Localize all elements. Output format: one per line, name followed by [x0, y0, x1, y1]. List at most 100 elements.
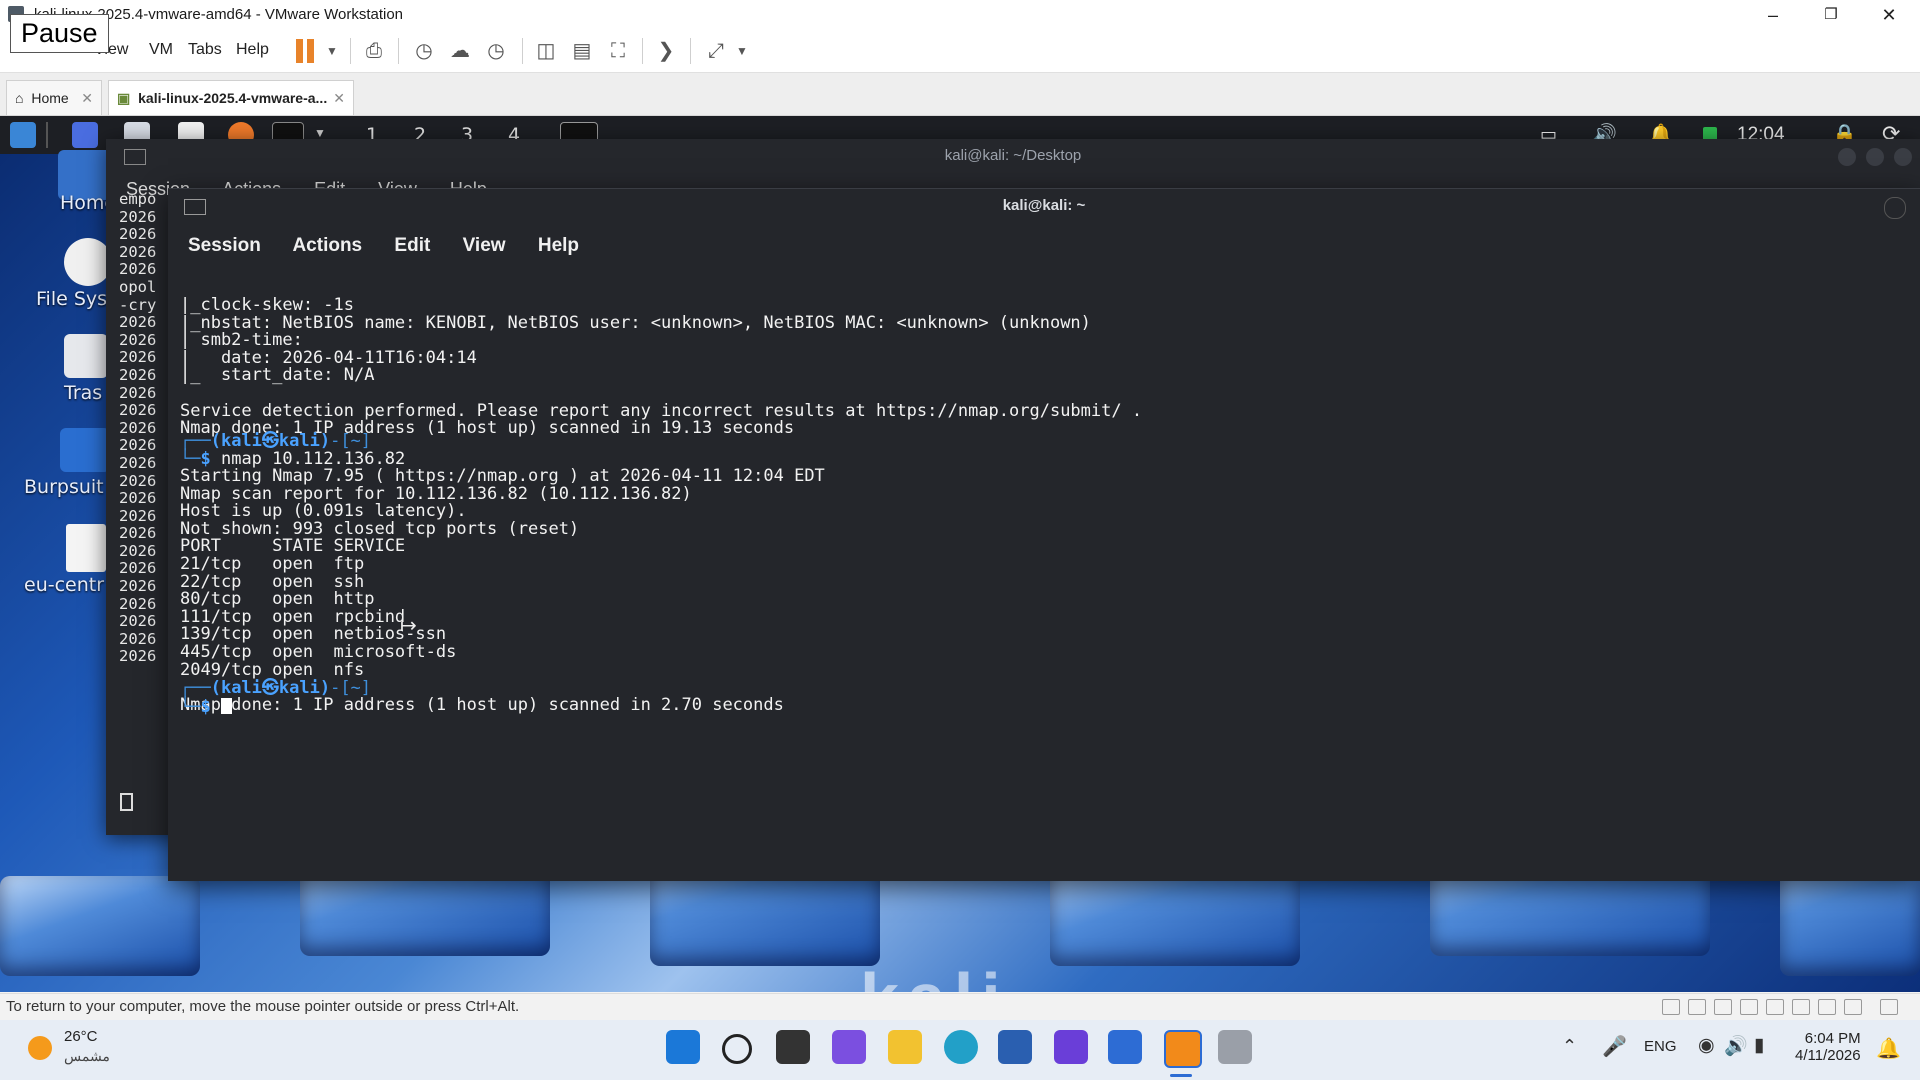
kali-menu-icon[interactable]: [10, 122, 36, 148]
menu-tabs[interactable]: Tabs: [188, 41, 222, 59]
chevron-down-icon[interactable]: ▼: [314, 126, 326, 140]
command-line-2[interactable]: └─$: [180, 698, 232, 717]
burpsuite-icon[interactable]: [60, 428, 110, 472]
menu-actions[interactable]: Actions: [292, 235, 362, 256]
menu-help[interactable]: Help: [538, 235, 579, 256]
display-icon[interactable]: [1818, 999, 1836, 1015]
terminal-line: 2026: [119, 401, 157, 420]
revert-snapshot-icon[interactable]: ☁: [446, 37, 474, 65]
file-icon[interactable]: [66, 524, 106, 572]
network-adapter-icon[interactable]: [1688, 999, 1706, 1015]
terminal-line: 2026: [119, 524, 157, 543]
microphone-icon[interactable]: 🎤: [1602, 1034, 1627, 1059]
terminal-line: 2026: [119, 418, 157, 437]
copilot-icon[interactable]: [832, 1030, 866, 1064]
tab-home[interactable]: ⌂ Home ✕: [6, 80, 102, 115]
pause-button[interactable]: [296, 39, 318, 63]
terminal-line: 2026: [119, 207, 157, 226]
trash-icon[interactable]: [64, 334, 108, 378]
volume-icon[interactable]: 🔊: [1724, 1034, 1748, 1058]
vmware-titlebar: kali-linux-2025.4-vmware-amd64 - VMware …: [0, 0, 1920, 30]
message-log-icon[interactable]: [1844, 999, 1862, 1015]
terminal-line: 2026: [119, 453, 157, 472]
desktop-icon-label[interactable]: Tras: [64, 382, 102, 404]
clock-time: 6:04 PM: [1804, 1030, 1861, 1047]
chevron-down-icon[interactable]: ▼: [318, 37, 346, 65]
send-ctrl-alt-del-icon[interactable]: ⎙: [360, 37, 388, 65]
sidebar-toggle-icon[interactable]: ◫: [532, 37, 560, 65]
tab-kali-vm[interactable]: ▣ kali-linux-2025.4-vmware-a... ✕: [108, 80, 354, 115]
power-automate-icon[interactable]: [1054, 1030, 1088, 1064]
menu-edit[interactable]: Edit: [394, 235, 430, 256]
terminal-line: 2026: [119, 365, 157, 384]
terminal-line: 2026: [119, 436, 157, 455]
battery-icon[interactable]: ▮: [1754, 1034, 1764, 1057]
terminal-line: 2026: [119, 647, 157, 666]
close-icon[interactable]: ✕: [81, 81, 93, 115]
snipping-tool-icon[interactable]: [1218, 1030, 1252, 1064]
close-icon[interactable]: [1894, 148, 1912, 166]
stretch-guest-icon[interactable]: ⤢: [702, 37, 730, 65]
desktop-icon-label[interactable]: Burpsuit: [24, 476, 104, 498]
weather-temp[interactable]: 26°C: [64, 1028, 98, 1045]
maximize-icon[interactable]: [1866, 148, 1884, 166]
desktop-icon-label[interactable]: eu-centr: [24, 574, 104, 596]
start-icon[interactable]: [666, 1030, 700, 1064]
minimize-icon[interactable]: [1838, 148, 1856, 166]
terminal-line: 2026: [119, 612, 157, 631]
printer-icon[interactable]: [1792, 999, 1810, 1015]
hard-disk-icon[interactable]: [1662, 999, 1680, 1015]
snapshot-manager-icon[interactable]: ◷: [482, 37, 510, 65]
show-desktop-icon[interactable]: [72, 122, 98, 148]
terminal-output-previous: |_clock-skew: -1s |_nbstat: NetBIOS name…: [180, 295, 1143, 439]
usb-icon[interactable]: [1740, 999, 1758, 1015]
terminal-line: 2026: [119, 330, 157, 349]
taskbar-clock[interactable]: 6:04 PM 4/11/2026: [1795, 1030, 1861, 1064]
terminal-line: 2026: [119, 242, 157, 261]
store-icon[interactable]: [998, 1030, 1032, 1064]
prompt-user: (kali㉿kali): [210, 431, 331, 451]
terminal-line: 2026: [119, 383, 157, 402]
terminal-window-front[interactable]: kali@kali: ~ Session Actions Edit View H…: [168, 188, 1920, 881]
clock-date: 4/11/2026: [1795, 1047, 1861, 1064]
weather-desc[interactable]: مشمس: [64, 1048, 110, 1065]
chevron-up-icon[interactable]: ⌃: [1562, 1036, 1577, 1057]
restore-icon[interactable]: ❐: [1802, 0, 1860, 30]
terminal-line: 2026: [119, 629, 157, 648]
terminal-line: 2026: [119, 471, 157, 490]
console-view-icon[interactable]: ❯: [652, 37, 680, 65]
menu-view[interactable]: View: [463, 235, 506, 256]
notepad-icon[interactable]: [1108, 1030, 1142, 1064]
menu-session[interactable]: Session: [188, 235, 261, 256]
filesystem-icon[interactable]: [64, 238, 112, 286]
vmware-statusbar: To return to your computer, move the mou…: [0, 993, 1920, 1020]
snapshot-icon[interactable]: ◷: [410, 37, 438, 65]
chevron-down-icon[interactable]: ▼: [728, 37, 756, 65]
close-icon[interactable]: ✕: [333, 81, 345, 115]
close-icon[interactable]: [1884, 197, 1906, 219]
wifi-icon[interactable]: ◉: [1698, 1034, 1715, 1057]
search-icon[interactable]: [722, 1034, 752, 1064]
language-indicator[interactable]: ENG: [1644, 1038, 1677, 1055]
notes-icon[interactable]: [1880, 999, 1898, 1015]
cd-icon[interactable]: [1766, 999, 1784, 1015]
prompt-line-2: ┌──(kali㉿kali)-[~]: [180, 678, 372, 698]
edge-icon[interactable]: [944, 1030, 978, 1064]
file-explorer-icon[interactable]: [888, 1030, 922, 1064]
sound-card-icon[interactable]: [1714, 999, 1732, 1015]
full-screen-icon[interactable]: ⛶: [604, 37, 632, 65]
task-view-icon[interactable]: [776, 1030, 810, 1064]
thumbnail-bar-icon[interactable]: ▤: [568, 37, 596, 65]
tab-label: Home: [31, 90, 69, 106]
minimize-icon[interactable]: –: [1744, 0, 1802, 30]
terminal-line: 2026: [119, 313, 157, 332]
windows-taskbar: 26°C مشمس ⌃ 🎤 ENG ◉ 🔊 ▮ 6:04 PM 4/11/202…: [0, 1020, 1920, 1080]
menu-vm[interactable]: VM: [149, 41, 173, 59]
menu-help[interactable]: Help: [236, 41, 269, 59]
vm-icon: ▣: [117, 90, 131, 106]
notification-bell-icon[interactable]: 🔔: [1876, 1036, 1901, 1061]
close-icon[interactable]: ✕: [1860, 0, 1918, 30]
vmware-taskbar-icon[interactable]: [1164, 1030, 1202, 1068]
desktop-icon-label[interactable]: File Sys: [36, 288, 107, 310]
weather-sun-icon[interactable]: [28, 1036, 52, 1060]
